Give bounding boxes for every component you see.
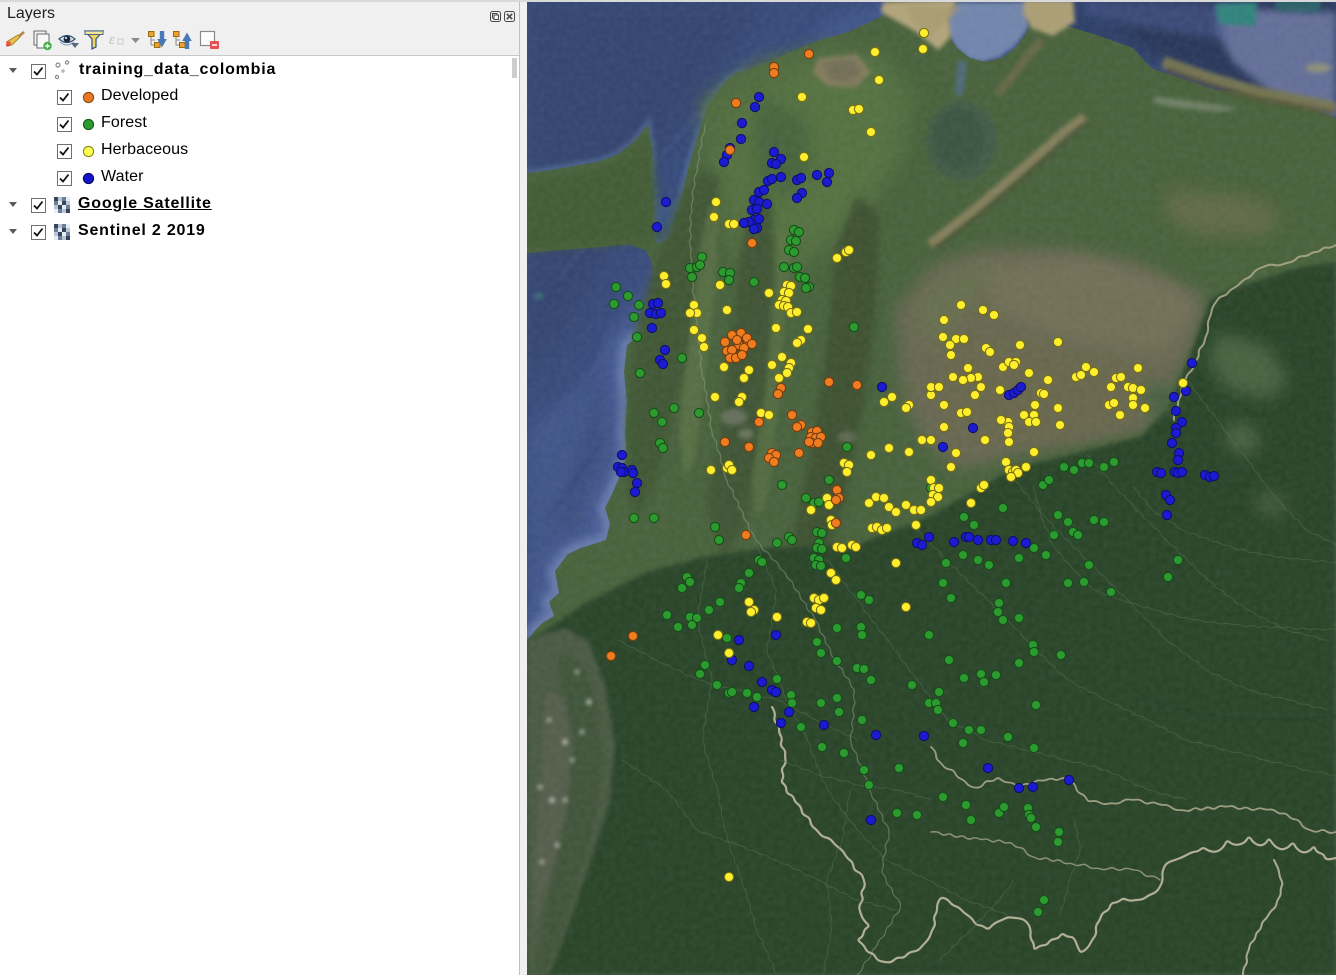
svg-text:ε: ε [109, 32, 115, 48]
